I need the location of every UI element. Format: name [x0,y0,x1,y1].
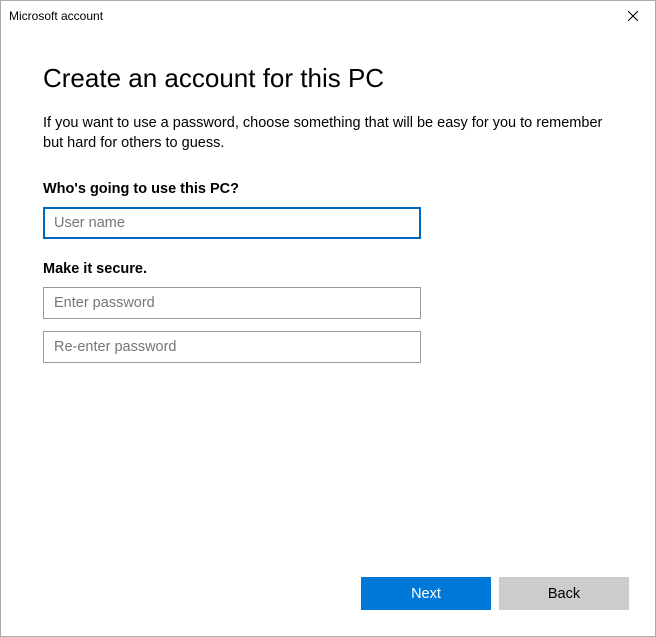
window-title: Microsoft account [9,9,613,23]
next-button[interactable]: Next [361,577,491,610]
close-icon [628,11,638,21]
page-heading: Create an account for this PC [43,63,613,94]
username-group: Who's going to use this PC? [43,181,613,239]
password-section-label: Make it secure. [43,261,613,277]
password-group: Make it secure. [43,261,613,363]
dialog-window: Microsoft account Create an account for … [0,0,656,637]
back-button[interactable]: Back [499,577,629,610]
username-section-label: Who's going to use this PC? [43,181,613,197]
page-subtext: If you want to use a password, choose so… [43,114,613,153]
titlebar: Microsoft account [1,1,655,31]
footer: Next Back [1,577,655,636]
confirm-password-input[interactable] [43,331,421,363]
password-input[interactable] [43,287,421,319]
content-area: Create an account for this PC If you wan… [1,31,655,577]
close-button[interactable] [613,2,653,30]
username-input[interactable] [43,207,421,239]
